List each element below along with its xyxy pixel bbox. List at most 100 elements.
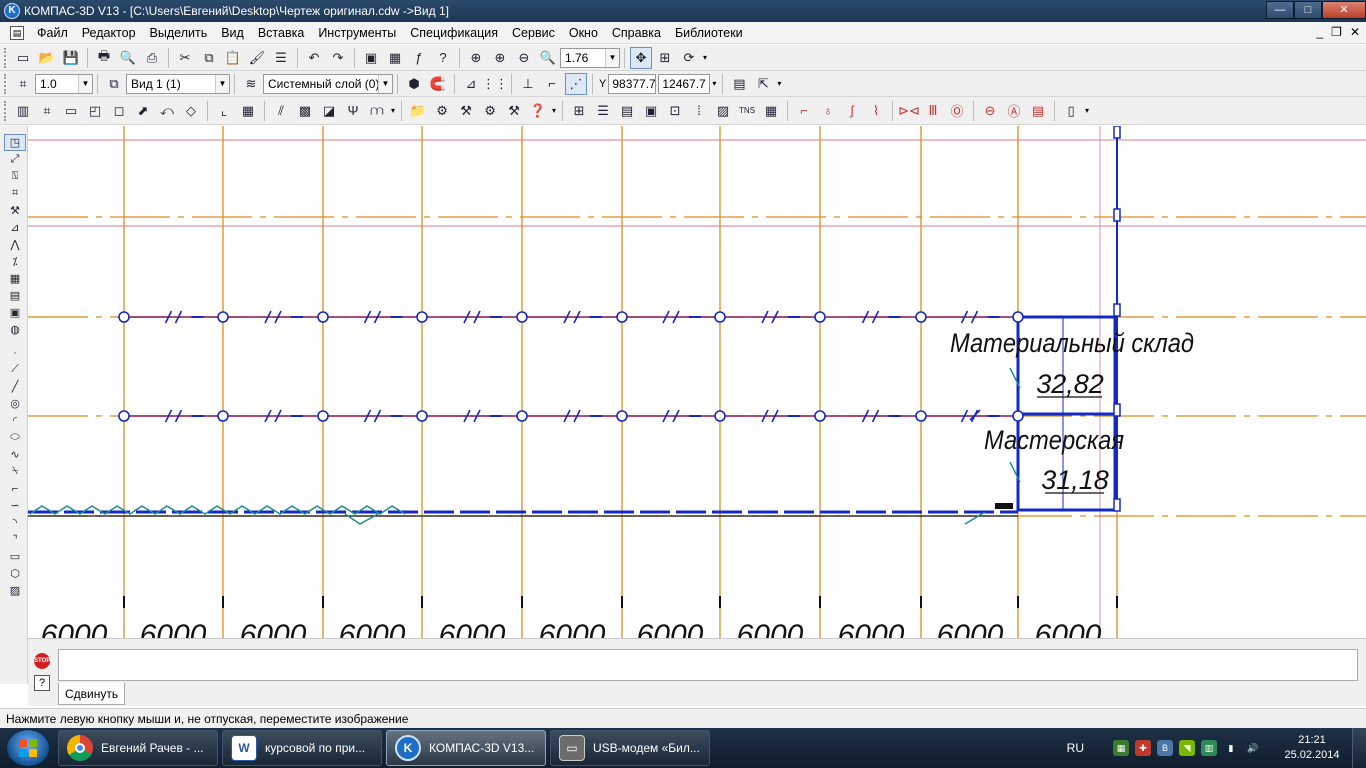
balloon-icon[interactable]: ♁: [817, 100, 839, 122]
menu-tools[interactable]: Инструменты: [311, 22, 403, 44]
connection-icon[interactable]: ▥: [1201, 740, 1217, 756]
view-arrow-icon[interactable]: Ⅲ: [922, 100, 944, 122]
taskbar-item-modem[interactable]: ▭ USB-модем «Бил...: [550, 730, 710, 766]
menu-window[interactable]: Окно: [562, 22, 605, 44]
arc-icon[interactable]: ◜: [4, 412, 26, 429]
window-icon[interactable]: ▭: [60, 100, 82, 122]
level-mark-icon[interactable]: ◇: [180, 100, 202, 122]
tns-icon[interactable]: TNS: [736, 100, 758, 122]
layer-manager-icon[interactable]: ⬢: [403, 73, 425, 95]
center-mark-icon[interactable]: Ⓞ: [946, 100, 968, 122]
tab-pan[interactable]: Сдвинуть: [58, 683, 126, 705]
dimensions-panel-icon[interactable]: ⤢: [4, 151, 26, 168]
3d-panel-icon[interactable]: ◍: [4, 321, 26, 338]
ellipse-icon[interactable]: ⬭: [4, 429, 26, 446]
round-icon[interactable]: ⋰: [565, 72, 587, 95]
corner-icon[interactable]: ⌝: [4, 531, 26, 548]
spline-icon[interactable]: ∿: [4, 446, 26, 463]
menu-service[interactable]: Сервис: [505, 22, 562, 44]
section-icon[interactable]: ⌞: [213, 100, 235, 122]
list-icon[interactable]: ▤: [616, 100, 638, 122]
sign-icon[interactable]: ⩋: [366, 100, 388, 122]
stairs-icon[interactable]: ⬈: [132, 100, 154, 122]
menu-view[interactable]: Вид: [214, 22, 251, 44]
open-folder-icon[interactable]: 📂: [36, 47, 58, 69]
preview-icon[interactable]: 🔍: [117, 47, 139, 69]
spec-table-icon[interactable]: ▦: [760, 100, 782, 122]
spec-panel-icon[interactable]: ⁒: [4, 253, 26, 270]
hatch-tool-icon[interactable]: ▨: [4, 582, 26, 599]
fill-icon[interactable]: ◪: [318, 100, 340, 122]
toolbar-overflow-icon[interactable]: ▾: [1085, 106, 1089, 115]
cut-icon[interactable]: ✂: [174, 47, 196, 69]
edit-panel-icon[interactable]: ⌗: [4, 185, 26, 202]
volume-icon[interactable]: 🔊: [1245, 740, 1261, 756]
toolbar-overflow-icon[interactable]: ▾: [777, 79, 781, 88]
column-icon[interactable]: ◻: [108, 100, 130, 122]
insert-panel-icon[interactable]: ▤: [4, 287, 26, 304]
vk-icon[interactable]: B: [1157, 740, 1173, 756]
layer-state-icon[interactable]: ≋: [240, 73, 262, 95]
properties-panel[interactable]: [58, 649, 1358, 681]
drawing-canvas[interactable]: Материальный склад 32,82 Мастерская 31,1…: [28, 126, 1366, 638]
current-view-combo[interactable]: Вид 1 (1) ▼: [126, 73, 230, 94]
lamp-icon[interactable]: Ψ: [342, 100, 364, 122]
redo-icon[interactable]: ↷: [327, 47, 349, 69]
pipe-icon[interactable]: ⚙: [479, 100, 501, 122]
toolbar-overflow-icon[interactable]: ▾: [552, 106, 556, 115]
point-icon[interactable]: ·: [4, 344, 26, 361]
document-props-icon[interactable]: ▤: [728, 73, 750, 95]
toolbar-overflow-icon[interactable]: ▾: [703, 53, 707, 62]
library-folder-icon[interactable]: 📁: [407, 100, 429, 122]
door-icon[interactable]: ◰: [84, 100, 106, 122]
hatch-icon[interactable]: ⫽: [270, 100, 292, 122]
tools-icon[interactable]: ⚒: [503, 100, 525, 122]
measure-panel-icon[interactable]: ⊿: [4, 219, 26, 236]
marker-icon[interactable]: ▨: [712, 100, 734, 122]
report-icon[interactable]: ▣: [640, 100, 662, 122]
new-document-icon[interactable]: ▭: [12, 47, 34, 69]
chevron-down-icon[interactable]: ▼: [78, 74, 92, 93]
taskbar-item-chrome[interactable]: Евгений Рачев - ...: [58, 730, 218, 766]
toolbar-overflow-icon[interactable]: ▾: [712, 79, 716, 88]
axes-grid-icon[interactable]: ⌗: [36, 100, 58, 122]
table-icon[interactable]: ▦: [237, 100, 259, 122]
menu-file[interactable]: Файл: [30, 22, 75, 44]
copy-icon[interactable]: ⧉: [198, 47, 220, 69]
coord-x-field[interactable]: 98377.7: [608, 73, 657, 94]
maximize-button[interactable]: □: [1294, 1, 1322, 19]
ortho-icon[interactable]: ⌐: [541, 73, 563, 95]
undo-icon[interactable]: ↶: [303, 47, 325, 69]
toolbar-grip[interactable]: [4, 100, 8, 121]
chevron-down-icon[interactable]: ▼: [215, 74, 229, 93]
fillet-icon[interactable]: ◝: [4, 514, 26, 531]
toolbar-grip[interactable]: [4, 47, 8, 68]
print-icon[interactable]: 🖶: [93, 47, 115, 69]
menu-libraries[interactable]: Библиотеки: [668, 22, 750, 44]
close-button[interactable]: ✕: [1322, 1, 1366, 19]
mdi-minimize-button[interactable]: _: [1316, 25, 1323, 39]
document-icon[interactable]: ▤: [10, 25, 24, 40]
format-painter-icon[interactable]: 🖌: [246, 47, 268, 69]
leader-icon[interactable]: ⌐: [793, 100, 815, 122]
zoom-window-icon[interactable]: ⊕: [465, 47, 487, 69]
help-icon[interactable]: ?: [34, 675, 50, 691]
axis-icon[interactable]: ⁞: [688, 100, 710, 122]
zoom-in-icon[interactable]: ⊕: [489, 47, 511, 69]
segment-icon[interactable]: ╱: [4, 378, 26, 395]
view-state-icon[interactable]: ⧉: [103, 73, 125, 95]
show-all-icon[interactable]: ⊞: [654, 47, 676, 69]
toolbar-overflow-icon[interactable]: ▾: [391, 106, 395, 115]
wall-icon[interactable]: ▥: [12, 100, 34, 122]
room-icon[interactable]: ⊡: [664, 100, 686, 122]
geometry-panel-icon[interactable]: ◳: [4, 134, 26, 151]
context-help-icon[interactable]: ?: [432, 47, 454, 69]
cursor-step-combo[interactable]: 1.0 ▼: [35, 73, 93, 94]
minimize-button[interactable]: —: [1266, 1, 1294, 19]
mdi-close-button[interactable]: ✕: [1350, 25, 1360, 39]
local-cs-icon[interactable]: ⊥: [517, 73, 539, 95]
clock[interactable]: 21:21 25.02.2014: [1272, 733, 1352, 763]
mark-icon[interactable]: ʃ: [841, 100, 863, 122]
page-setup-icon[interactable]: ⎙: [141, 47, 163, 69]
network-icon[interactable]: ▦: [1113, 740, 1129, 756]
